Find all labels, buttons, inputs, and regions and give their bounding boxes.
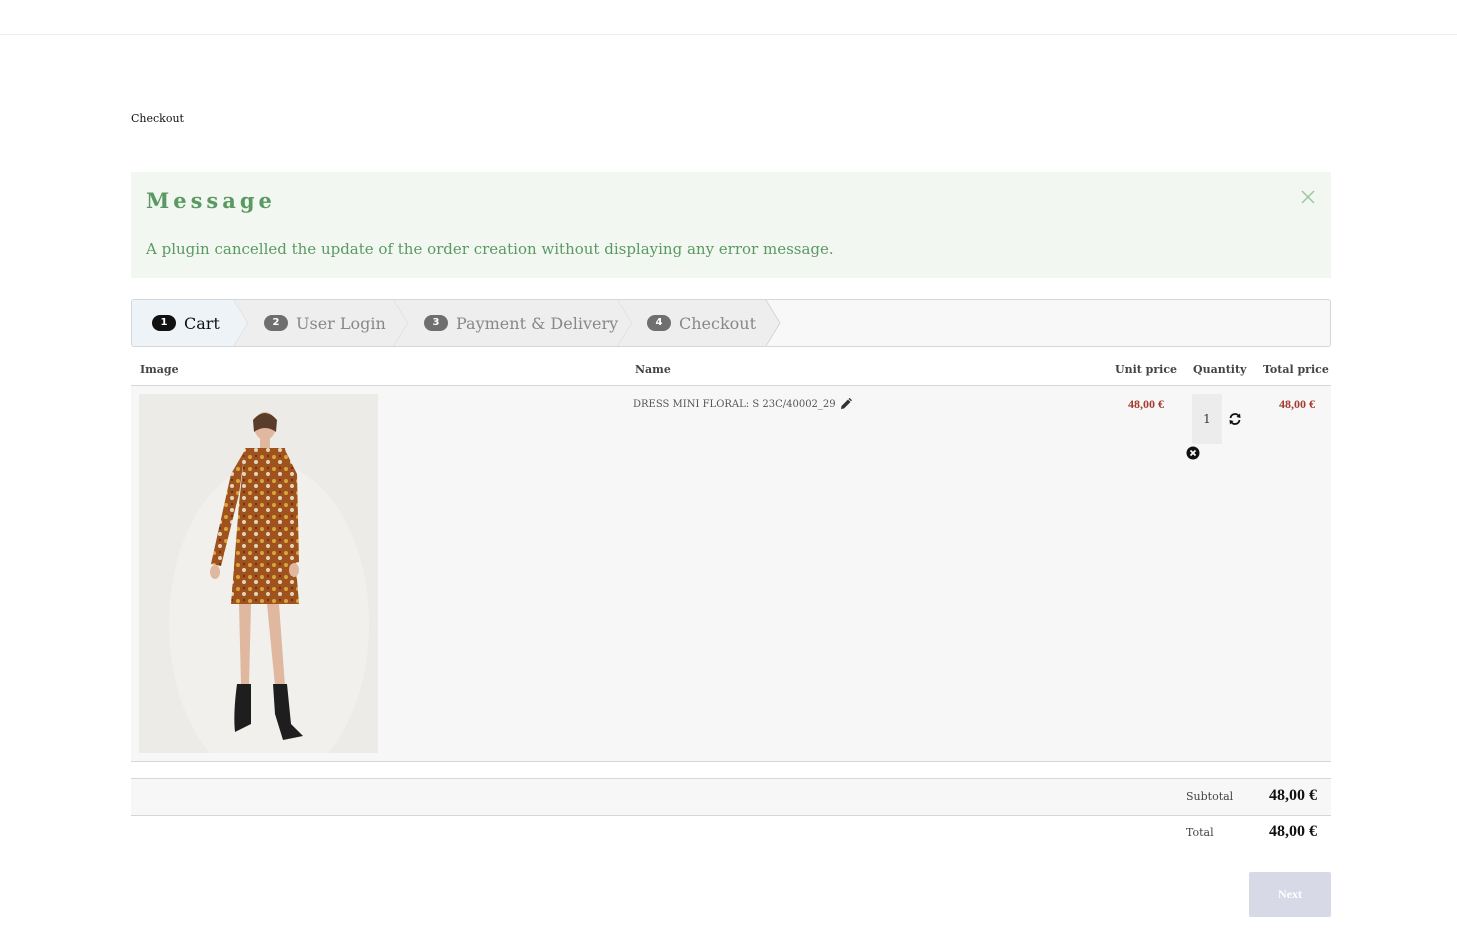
unit-price: 48,00 € — [1128, 397, 1164, 411]
top-header-bar — [0, 0, 1457, 35]
step-payment-delivery[interactable]: 3 Payment & Delivery — [424, 300, 618, 346]
subtotal-label: Subtotal — [1186, 790, 1234, 803]
subtotal-value: 48,00 € — [1269, 787, 1317, 804]
step-label: Payment & Delivery — [456, 313, 619, 333]
column-header-name: Name — [635, 363, 671, 376]
pencil-icon[interactable] — [840, 398, 852, 410]
next-button[interactable]: Next — [1249, 872, 1331, 917]
quantity-input[interactable] — [1192, 394, 1222, 444]
column-header-unit-price: Unit price — [1115, 363, 1178, 376]
refresh-icon[interactable] — [1228, 412, 1242, 426]
step-number: 3 — [424, 315, 448, 331]
step-number: 4 — [647, 315, 671, 331]
remove-circle-icon[interactable] — [1186, 446, 1200, 460]
step-label: Cart — [184, 313, 220, 333]
product-image[interactable] — [139, 394, 378, 753]
total-label: Total — [1186, 826, 1214, 839]
product-name-text[interactable]: DRESS MINI FLORAL: S 23C/40002_29 — [633, 399, 836, 410]
step-label: User Login — [296, 313, 386, 333]
step-number: 2 — [264, 315, 288, 331]
message-text: A plugin cancelled the update of the ord… — [146, 240, 834, 258]
message-title: Message — [146, 188, 276, 213]
column-header-image: Image — [140, 363, 179, 376]
step-cart[interactable]: 1 Cart — [152, 300, 220, 346]
step-label: Checkout — [679, 313, 757, 333]
cart-table-header: Image Name Unit price Quantity Total pri… — [131, 355, 1331, 386]
checkout-steps: 1 Cart 2 User Login 3 Payment & Delivery… — [131, 299, 1331, 347]
column-header-quantity: Quantity — [1193, 363, 1247, 376]
total-value: 48,00 € — [1269, 823, 1317, 840]
column-header-total-price: Total price — [1263, 363, 1329, 376]
breadcrumb-current: Checkout — [131, 112, 184, 125]
close-icon[interactable] — [1299, 188, 1317, 206]
table-row: DRESS MINI FLORAL: S 23C/40002_29 48,00 … — [131, 386, 1331, 762]
total-price: 48,00 € — [1279, 397, 1315, 411]
message-box: Message A plugin cancelled the update of… — [131, 172, 1331, 278]
step-checkout[interactable]: 4 Checkout — [647, 300, 756, 346]
breadcrumb: Checkout — [131, 112, 184, 125]
step-number: 1 — [152, 315, 176, 331]
step-user-login[interactable]: 2 User Login — [264, 300, 386, 346]
total-row: Total 48,00 € — [131, 816, 1331, 852]
subtotal-row: Subtotal 48,00 € — [131, 778, 1331, 816]
product-name: DRESS MINI FLORAL: S 23C/40002_29 — [633, 398, 852, 410]
